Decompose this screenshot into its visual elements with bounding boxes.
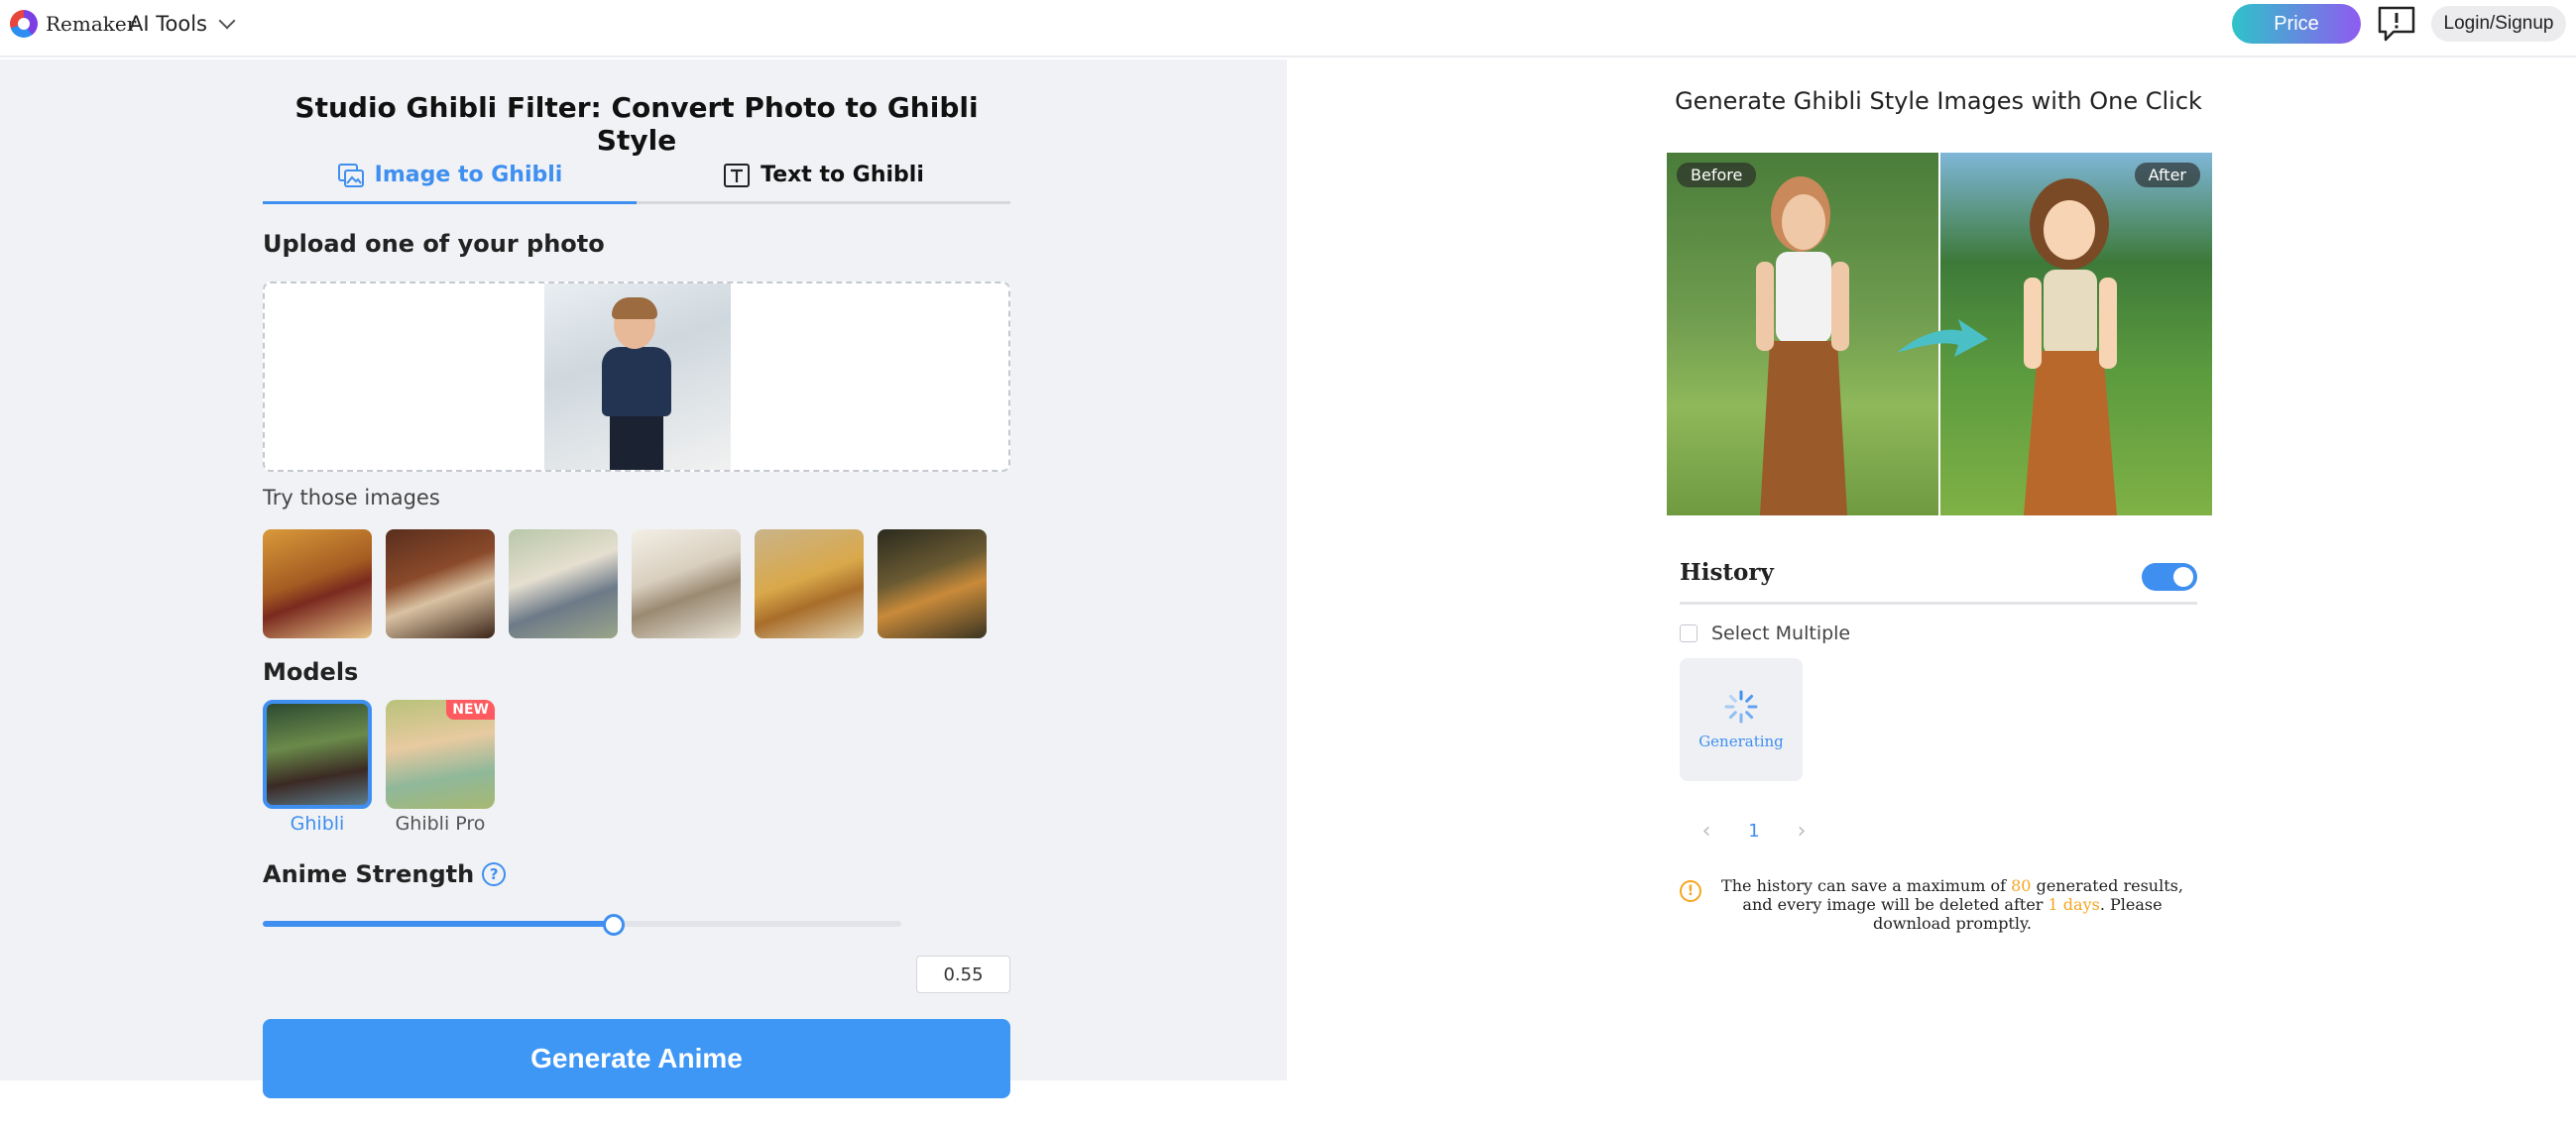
- anime-strength-slider[interactable]: [263, 914, 901, 936]
- image-icon: [337, 163, 364, 187]
- upload-dropzone[interactable]: [263, 282, 1010, 472]
- next-page-icon[interactable]: ›: [1787, 819, 1816, 844]
- anime-strength-text: Anime Strength: [263, 860, 475, 888]
- login-signup-button[interactable]: Login/Signup: [2431, 6, 2566, 42]
- select-multiple[interactable]: Select Multiple: [1680, 623, 1850, 644]
- select-multiple-checkbox[interactable]: [1680, 624, 1698, 642]
- price-button[interactable]: Price: [2232, 4, 2361, 44]
- tool-panel: Studio Ghibli Filter: Convert Photo to G…: [0, 59, 1287, 1098]
- history-title: History: [1680, 559, 1774, 586]
- notice-text: The history can save a maximum of 80 gen…: [1721, 876, 2183, 933]
- ai-tools-label: AI Tools: [129, 12, 207, 36]
- chevron-down-icon: [218, 12, 236, 30]
- page-number[interactable]: 1: [1721, 821, 1787, 842]
- arrow-right-icon: [1897, 319, 1988, 357]
- models-label: Models: [263, 658, 359, 686]
- page-title: Studio Ghibli Filter: Convert Photo to G…: [294, 91, 979, 157]
- slider-thumb[interactable]: [603, 914, 625, 936]
- brand-name: Remaker: [46, 12, 137, 36]
- before-after-preview: Before After: [1667, 153, 2212, 515]
- generating-card: Generating: [1680, 658, 1803, 781]
- anime-strength-label: Anime Strength ?: [263, 860, 507, 888]
- generate-anime-button[interactable]: Generate Anime: [263, 1019, 1010, 1098]
- uploaded-photo: [544, 283, 731, 470]
- warning-icon: !: [1680, 880, 1701, 902]
- tab-label: Text to Ghibli: [761, 163, 924, 187]
- sample-image-cabin-forest[interactable]: [878, 529, 987, 638]
- pagination: ‹ 1 ›: [1692, 819, 1816, 844]
- sample-image-old-man[interactable]: [386, 529, 495, 638]
- sample-image-couple[interactable]: [509, 529, 618, 638]
- sample-image-dog[interactable]: [755, 529, 864, 638]
- upload-label: Upload one of your photo: [263, 230, 605, 258]
- model-ghibli[interactable]: [263, 700, 372, 809]
- new-badge: NEW: [446, 700, 495, 720]
- prev-page-icon[interactable]: ‹: [1692, 819, 1721, 844]
- model-label-ghibli-pro: Ghibli Pro: [395, 813, 486, 835]
- after-tag: After: [2134, 163, 2200, 187]
- sample-image-cat[interactable]: [632, 529, 741, 638]
- tab-text-to-ghibli[interactable]: Text to Ghibli: [637, 149, 1010, 204]
- history-notice: ! The history can save a maximum of 80 g…: [1680, 876, 2201, 933]
- remaker-logo-icon: [10, 10, 38, 38]
- model-ghibli-pro[interactable]: NEW: [386, 700, 495, 809]
- help-icon[interactable]: ?: [482, 862, 507, 886]
- try-images-label: Try those images: [263, 486, 440, 509]
- sample-image-woman-autumn[interactable]: [263, 529, 372, 638]
- loading-spinner-icon: [1724, 690, 1758, 724]
- generating-label: Generating: [1698, 733, 1784, 750]
- preview-title: Generate Ghibli Style Images with One Cl…: [1675, 87, 2202, 115]
- ai-tools-menu[interactable]: AI Tools: [129, 12, 236, 36]
- sample-images: [263, 529, 996, 638]
- tab-image-to-ghibli[interactable]: Image to Ghibli: [263, 149, 637, 204]
- model-label-ghibli: Ghibli: [290, 813, 345, 835]
- top-header: Remaker AI Tools Price Login/Signup: [0, 0, 2576, 57]
- anime-strength-value[interactable]: 0.55: [916, 956, 1010, 993]
- text-icon: [724, 163, 751, 187]
- brand[interactable]: Remaker: [10, 10, 136, 38]
- feedback-icon[interactable]: [2376, 4, 2417, 44]
- history-header: History: [1680, 559, 2197, 605]
- history-toggle[interactable]: [2142, 563, 2197, 591]
- slider-fill: [263, 921, 614, 927]
- before-tag: Before: [1677, 163, 1757, 187]
- tab-label: Image to Ghibli: [374, 163, 563, 187]
- select-multiple-label: Select Multiple: [1711, 623, 1851, 644]
